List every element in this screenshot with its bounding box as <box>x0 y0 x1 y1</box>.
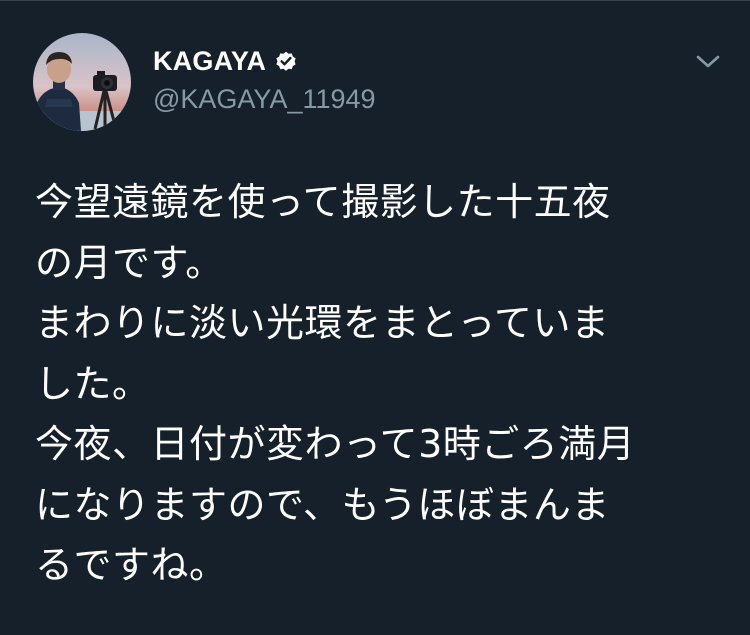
avatar[interactable] <box>33 33 131 131</box>
avatar-image <box>33 33 131 131</box>
chevron-down-icon[interactable] <box>694 52 722 72</box>
author-handle[interactable]: @KAGAYA_11949 <box>153 84 376 115</box>
author-block: KAGAYA @KAGAYA_11949 <box>153 44 376 115</box>
name-row: KAGAYA <box>153 44 376 78</box>
tweet-text: 今望遠鏡を使って撮影した十五夜 の月です。 まわりに淡い光環をまとっていま した… <box>35 180 636 587</box>
tweet: KAGAYA @KAGAYA_11949 今望遠鏡を使って撮影した十五夜 の月で… <box>0 0 750 635</box>
display-name[interactable]: KAGAYA <box>153 46 266 77</box>
verified-badge-icon <box>275 50 297 72</box>
